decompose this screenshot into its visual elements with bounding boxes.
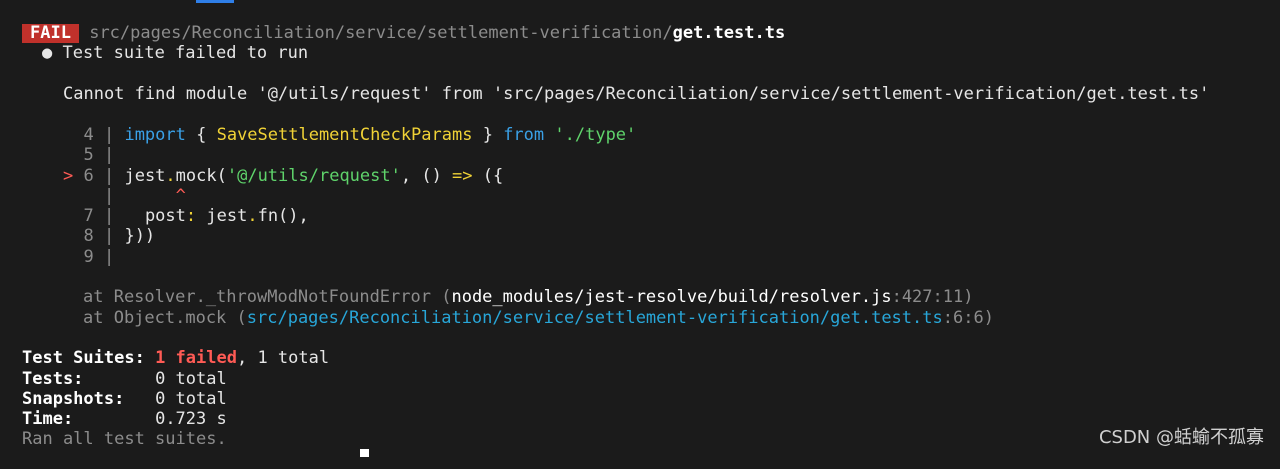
test-file-header: FAIL src/pages/Reconciliation/service/se…: [0, 23, 785, 43]
active-tab-indicator: [196, 0, 234, 3]
summary-snapshots: Snapshots: 0 total: [22, 389, 227, 409]
code-line-4: 4 | import { SaveSettlementCheckParams }…: [83, 125, 637, 145]
fail-badge: FAIL: [22, 24, 79, 43]
code-line-9: 9 |: [83, 247, 115, 267]
code-line-6: > 6 | jest.mock('@/utils/request', () =>…: [63, 166, 504, 186]
summary-test-suites: Test Suites: 1 failed, 1 total: [22, 348, 330, 368]
summary-tests: Tests: 0 total: [22, 369, 227, 389]
error-caret: ^: [175, 186, 186, 206]
stack-frame-2: at Object.mock (src/pages/Reconciliation…: [83, 308, 994, 328]
summary-time: Time: 0.723 s: [22, 409, 227, 429]
code-line-8: 8 | })): [83, 226, 156, 246]
stack-frame-1: at Resolver._throwModNotFoundError (node…: [83, 287, 974, 307]
stack-frame-1-file[interactable]: node_modules/jest-resolve/build/resolver…: [451, 287, 891, 307]
summary-ran: Ran all test suites.: [22, 429, 227, 449]
error-message: Cannot find module '@/utils/request' fro…: [63, 84, 1210, 104]
terminal-cursor: [360, 449, 369, 469]
code-line-7: 7 | post: jest.fn(),: [83, 206, 309, 226]
suite-failed-message: ● Test suite failed to run: [42, 43, 309, 63]
csdn-watermark: CSDN @蛞蝓不孤寡: [1098, 427, 1264, 448]
test-file-name: get.test.ts: [672, 23, 786, 43]
test-path-prefix: src/pages/Reconciliation/service/settlem…: [89, 23, 673, 43]
code-caret-line: | ^: [103, 186, 186, 206]
code-line-5: 5 |: [83, 145, 115, 165]
stack-frame-2-file[interactable]: src/pages/Reconciliation/service/settlem…: [247, 308, 943, 328]
